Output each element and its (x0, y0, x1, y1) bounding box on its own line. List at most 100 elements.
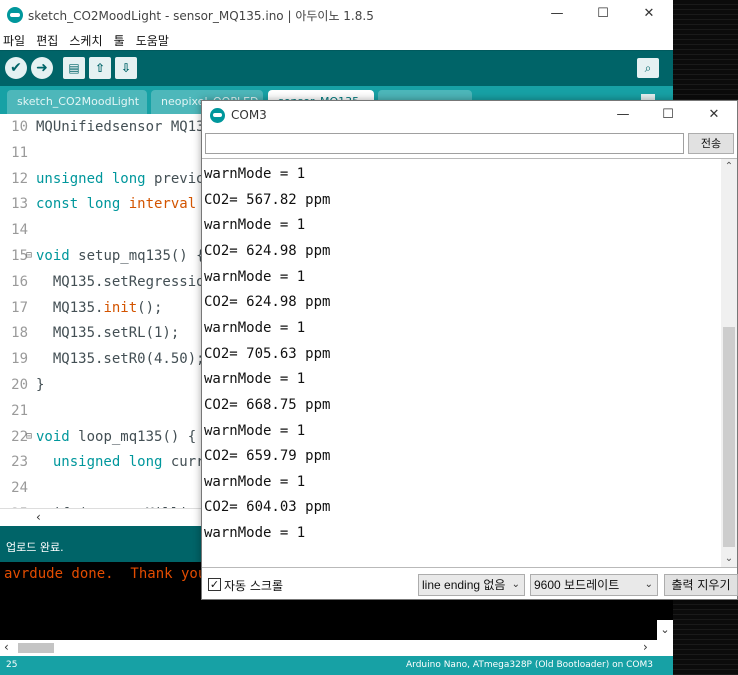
line-number: 16 (11, 273, 28, 290)
serial-output: ⌃ ⌄ warnMode = 1 CO2= 567.82 ppm warnMode … (202, 158, 737, 568)
ide-toolbar: ✔ ➜ ▤ ⇧ ⇩ ⌕ (0, 50, 673, 86)
serial-output-line: warnMode = 1 (204, 319, 306, 336)
line-number: 10 (11, 119, 28, 135)
current-line-number: 25 (6, 660, 18, 670)
serial-output-line: CO2= 567.82 ppm (204, 191, 331, 208)
tab-sketch-co2moodlight[interactable]: sketch_CO2MoodLight (7, 90, 147, 114)
maximize-button[interactable]: ☐ (591, 4, 615, 24)
serial-output-line: CO2= 705.63 ppm (204, 345, 331, 362)
board-info: Arduino Nano, ATmega328P (Old Bootloader… (406, 660, 653, 670)
scroll-up-icon[interactable]: ⌃ (721, 159, 737, 175)
code-token: loop_mq135() { (78, 428, 197, 445)
menu-sketch[interactable]: 스케치 (69, 31, 102, 51)
code-token: (); (137, 299, 163, 316)
chevron-down-icon: ⌄ (644, 579, 653, 590)
serial-output-line: CO2= 659.79 ppm (204, 448, 331, 465)
line-number: 23 (11, 454, 28, 471)
code-token: MQUnifiedsensor MQ135( (36, 119, 222, 135)
code-text: const long interval (36, 191, 196, 217)
minimize-button[interactable]: — (545, 4, 569, 24)
line-ending-select[interactable]: line ending 없음 ⌄ (418, 574, 525, 596)
code-text: MQ135.setR0(4.50); (36, 346, 205, 372)
scrollbar-thumb[interactable] (723, 327, 735, 547)
new-sketch-icon[interactable]: ▤ (63, 57, 85, 79)
code-token: const long (36, 196, 129, 213)
code-token: MQ135. (36, 299, 104, 316)
open-sketch-icon[interactable]: ⇧ (89, 57, 111, 79)
serial-output-line: warnMode = 1 (204, 166, 306, 182)
code-text: void loop_mq135() { (36, 424, 196, 450)
console-text: avrdude done. Thank you. (4, 566, 215, 582)
serial-title-bar[interactable]: COM3 — ☐ ✕ (202, 101, 737, 131)
serial-window-title: COM3 (231, 108, 267, 122)
arduino-logo-icon (210, 108, 225, 123)
code-token: init (103, 299, 138, 316)
baud-rate-value: 9600 보드레이트 (534, 578, 620, 592)
line-ending-value: line ending 없음 (422, 578, 506, 592)
code-text: MQ135.setRL(1); (36, 320, 179, 346)
menu-edit[interactable]: 편집 (36, 31, 58, 51)
save-sketch-icon[interactable]: ⇩ (115, 57, 137, 79)
scroll-left-icon[interactable]: ‹ (4, 640, 9, 654)
line-number: 17 (11, 299, 28, 316)
clear-output-button[interactable]: 출력 지우기 (664, 574, 738, 596)
minimize-button[interactable]: — (611, 105, 635, 125)
code-token: void (36, 428, 79, 445)
line-number: 21 (11, 402, 28, 419)
code-token: unsigned long (36, 170, 155, 187)
close-button[interactable]: ✕ (637, 4, 661, 24)
serial-monitor-icon[interactable]: ⌕ (637, 58, 659, 78)
menu-file[interactable]: 파일 (3, 31, 25, 51)
autoscroll-checkbox[interactable]: ✓ (208, 578, 221, 591)
line-number: 14 (11, 222, 28, 239)
fold-toggle-icon[interactable]: ⊟ (26, 424, 32, 450)
send-button[interactable]: 전송 (688, 133, 734, 154)
scrollbar-thumb[interactable] (18, 643, 54, 653)
code-token: MQ135.setR0(4.50); (36, 351, 205, 368)
scroll-left-icon[interactable]: ‹ (36, 510, 41, 524)
upload-icon[interactable]: ➜ (31, 57, 53, 79)
serial-options-row: ✓ 자동 스크롤 line ending 없음 ⌄ 9600 보드레이트 ⌄ 출… (202, 570, 738, 600)
serial-monitor-window: COM3 — ☐ ✕ 전송 ⌃ ⌄ warnMode = 1 CO2= 567.8… (201, 100, 738, 600)
code-token: interval (128, 196, 197, 213)
ide-window-title: sketch_CO2MoodLight - sensor_MQ135.ino |… (28, 9, 374, 23)
code-token: setup_mq135() { (78, 248, 205, 264)
console-scroll-down-icon[interactable]: ⌄ (657, 620, 673, 640)
ide-title-bar[interactable]: sketch_CO2MoodLight - sensor_MQ135.ino |… (0, 0, 673, 30)
ide-footer: 25 Arduino Nano, ATmega328P (Old Bootloa… (0, 656, 673, 675)
baud-rate-select[interactable]: 9600 보드레이트 ⌄ (530, 574, 658, 596)
verify-icon[interactable]: ✔ (5, 57, 27, 79)
code-text: void setup_mq135() { (36, 243, 205, 269)
serial-output-line: warnMode = 1 (204, 371, 306, 388)
serial-vertical-scrollbar[interactable]: ⌃ ⌄ (721, 159, 737, 567)
serial-output-line: warnMode = 1 (204, 268, 306, 285)
code-text: MQUnifiedsensor MQ135( (36, 114, 221, 140)
serial-input[interactable] (205, 133, 684, 154)
chevron-down-icon: ⌄ (511, 579, 520, 590)
line-number: 20 (11, 377, 28, 393)
menu-help[interactable]: 도움말 (136, 31, 169, 51)
serial-output-line: CO2= 624.98 ppm (204, 242, 331, 259)
autoscroll-label: 자동 스크롤 (224, 579, 284, 593)
console-horizontal-scrollbar[interactable]: ‹ › (0, 640, 673, 656)
code-token: unsigned long (52, 454, 171, 471)
menu-tools[interactable]: 툴 (114, 31, 125, 51)
status-message: 업로드 완료. (6, 541, 64, 554)
serial-output-line: CO2= 668.75 ppm (204, 396, 331, 413)
code-text: } (36, 372, 44, 398)
scroll-right-icon[interactable]: › (643, 640, 648, 654)
code-token: MQ135.setRL(1); (36, 325, 180, 342)
maximize-button[interactable]: ☐ (656, 105, 680, 125)
serial-output-line: CO2= 604.03 ppm (204, 499, 331, 516)
line-number: 12 (11, 170, 28, 187)
close-button[interactable]: ✕ (702, 105, 726, 125)
scroll-down-icon[interactable]: ⌄ (721, 551, 737, 567)
fold-toggle-icon[interactable]: ⊟ (26, 243, 32, 269)
line-number: 24 (11, 480, 28, 497)
serial-output-line: warnMode = 1 (204, 473, 306, 490)
serial-output-line: warnMode = 1 (204, 525, 306, 542)
serial-output-line: warnMode = 1 (204, 217, 306, 234)
send-row: 전송 (202, 131, 737, 157)
line-number: 15 (11, 248, 28, 264)
